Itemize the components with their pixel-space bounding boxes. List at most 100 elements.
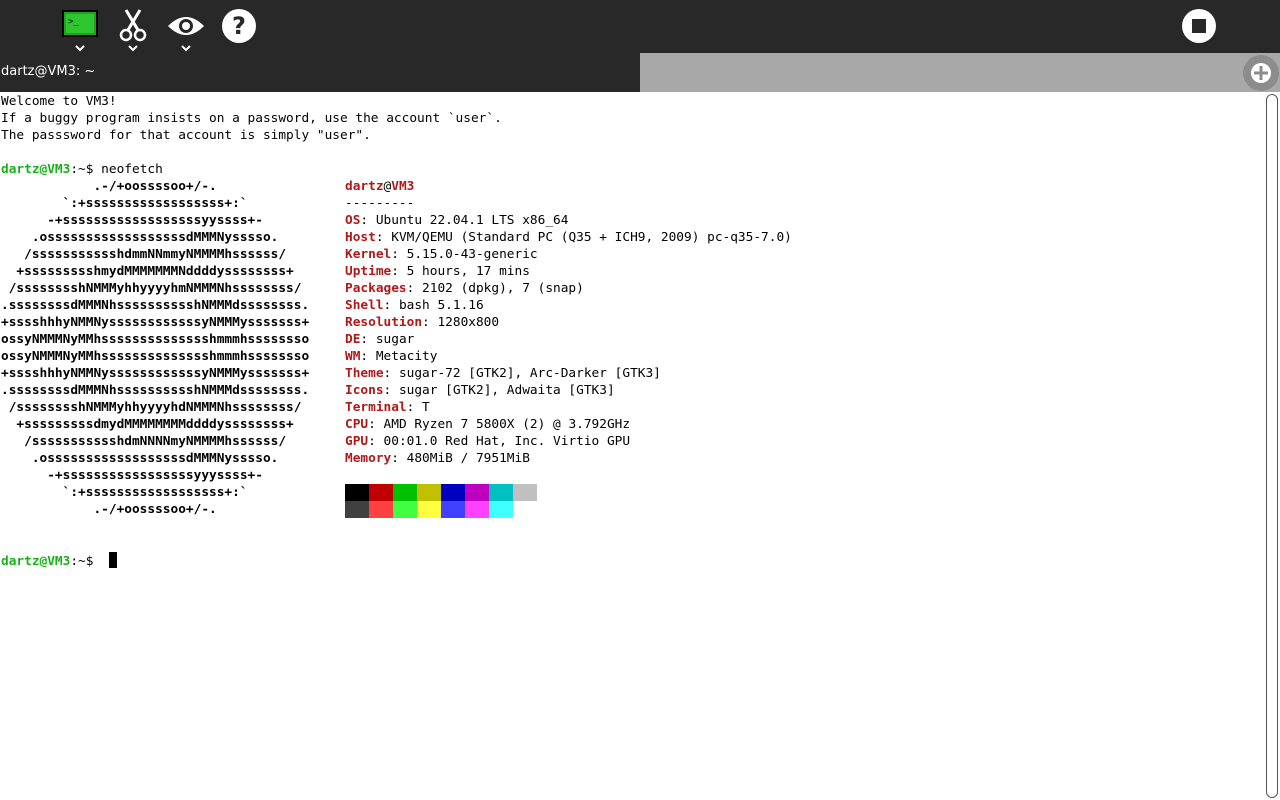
color-swatch — [345, 501, 369, 518]
info-value: : 1280x800 — [422, 315, 500, 330]
color-swatch — [417, 501, 441, 518]
info-host: VM3 — [391, 179, 415, 194]
logo-line: .-/+oossssoo+/-. — [93, 179, 217, 194]
text-cursor — [109, 552, 118, 568]
info-value: : T — [406, 400, 430, 415]
info-value: : 5.15.0-43-generic — [391, 247, 538, 262]
info-key: Memory — [345, 451, 392, 466]
logo-line: /sssssssshNMMMyhhyyyyhmNMMMNhssssssss/ — [8, 281, 302, 296]
color-swatch — [345, 484, 369, 501]
scrollbar[interactable] — [1264, 92, 1280, 800]
welcome-message: Welcome to VM3! If a buggy program insis… — [1, 94, 502, 143]
info-value: : bash 5.1.16 — [383, 298, 484, 313]
info-value: : sugar — [360, 332, 415, 347]
prompt-command: neofetch — [101, 162, 163, 177]
info-key: WM — [345, 349, 361, 364]
info-key: Uptime — [345, 264, 392, 279]
info-value: : sugar-72 [GTK2], Arc-Darker [GTK3] — [383, 366, 661, 381]
svg-text:?: ? — [232, 12, 246, 40]
logo-line: .-/+oossssoo+/-. — [1, 502, 217, 517]
view-button[interactable] — [166, 6, 206, 52]
terminal-activity-icon: >_ — [62, 10, 98, 52]
info-key: Terminal — [345, 400, 407, 415]
tab-title: dartz@VM3: ~ — [1, 64, 96, 79]
info-rows: OS: Ubuntu 22.04.1 LTS x86_64 Host: KVM/… — [345, 213, 792, 466]
logo-line: ossyNMMMNyMMhsssssssssssssshmmmhssssssso — [1, 332, 310, 347]
info-value: : 5 hours, 17 mins — [391, 264, 530, 279]
info-key: Kernel — [345, 247, 392, 262]
logo-line: .ssssssssdMMMNhsssssssssshNMMMdssssssss. — [1, 298, 310, 313]
color-swatch — [489, 484, 513, 501]
help-button[interactable]: ? — [219, 6, 259, 50]
info-key: Icons — [345, 383, 384, 398]
info-value: : KVM/QEMU (Standard PC (Q35 + ICH9, 200… — [375, 230, 792, 245]
logo-line: ossyNMMMNyMMhsssssssssssssshmmmhssssssso — [1, 349, 310, 364]
tab-terminal[interactable]: dartz@VM3: ~ — [0, 53, 640, 92]
plus-circle-icon — [1251, 63, 1271, 83]
info-value: : Ubuntu 22.04.1 LTS x86_64 — [360, 213, 569, 228]
info-key: Resolution — [345, 315, 423, 330]
info-key: Packages — [345, 281, 407, 296]
info-key: Host — [345, 230, 376, 245]
color-swatch — [417, 484, 441, 501]
toolbar: >_ ? — [0, 0, 1280, 53]
logo-line: +sssshhhyNMMNyssssssssssssyNMMMysssssss+ — [1, 315, 310, 330]
logo-line: .ossssssssssssssssssdMMMNysssso. — [31, 451, 279, 466]
info-value: : 480MiB / 7951MiB — [391, 451, 530, 466]
color-swatch — [465, 501, 489, 518]
terminal-activity-button[interactable]: >_ — [60, 6, 100, 52]
color-swatch — [489, 501, 513, 518]
info-user: dartz — [345, 179, 384, 194]
prompt-user-host: dartz@VM3 — [1, 162, 71, 177]
logo-line: -+sssssssssssssssssyyyssss+- — [47, 468, 263, 483]
color-swatch — [441, 501, 465, 518]
info-value: : AMD Ryzen 7 5800X (2) @ 3.792GHz — [368, 417, 631, 432]
tab-bar: dartz@VM3: ~ — [0, 53, 1280, 92]
system-info: dartz@VM3 --------- OS: Ubuntu 22.04.1 L… — [345, 178, 792, 467]
logo-line: +ssssssssshmydMMMMMMMNddddyssssssss+ — [16, 264, 294, 279]
svg-text:>_: >_ — [68, 17, 79, 27]
prompt-path: :~$ — [70, 554, 102, 569]
info-key: Shell — [345, 298, 384, 313]
color-swatch — [465, 484, 489, 501]
terminal-view[interactable]: Welcome to VM3! If a buggy program insis… — [0, 92, 1264, 800]
color-swatch — [441, 484, 465, 501]
ubuntu-ascii-logo: .-/+oossssoo+/-. `:+ssssssssssssssssss+:… — [1, 178, 309, 518]
scrollbar-thumb[interactable] — [1266, 94, 1278, 798]
color-swatch — [513, 484, 537, 501]
help-icon: ? — [222, 9, 256, 43]
color-swatch — [369, 501, 393, 518]
info-key: CPU — [345, 417, 369, 432]
color-swatch — [393, 501, 417, 518]
info-value: : sugar [GTK2], Adwaita [GTK3] — [383, 383, 615, 398]
prompt-path: :~$ — [70, 162, 102, 177]
info-key: Theme — [345, 366, 384, 381]
info-separator: --------- — [345, 196, 415, 211]
command-line: dartz@VM3:~$ neofetch — [1, 161, 163, 178]
copy-paste-button[interactable] — [113, 6, 153, 52]
scissors-icon — [119, 9, 147, 52]
info-key: DE — [345, 332, 361, 347]
logo-line: `:+ssssssssssssssssss+:` — [62, 196, 248, 211]
color-swatch — [393, 484, 417, 501]
info-value: : 2102 (dpkg), 7 (snap) — [406, 281, 584, 296]
logo-line: /sssssssshNMMMyhhyyyyhdNMMMNhssssssss/ — [8, 400, 302, 415]
prompt-user-host: dartz@VM3 — [1, 554, 71, 569]
info-key: OS — [345, 213, 361, 228]
stop-button[interactable] — [1179, 6, 1219, 50]
stop-icon — [1182, 9, 1216, 43]
add-tab-button[interactable] — [1243, 55, 1279, 91]
logo-line: -+ssssssssssssssssssyyssss+- — [47, 213, 263, 228]
logo-line: /ssssssssssshdmNNNNmyNMMMMhssssss/ — [24, 434, 287, 449]
info-key: GPU — [345, 434, 369, 449]
logo-line: /ssssssssssshdmmNNmmyNMMMMhssssss/ — [24, 247, 287, 262]
logo-line: +sssssssssdmydMMMMMMMMddddyssssssss+ — [16, 417, 294, 432]
command-line: dartz@VM3:~$ — [1, 552, 118, 570]
eye-icon — [168, 17, 204, 52]
logo-line: .ssssssssdMMMNhsssssssssshNMMMdssssssss. — [1, 383, 310, 398]
color-swatch — [369, 484, 393, 501]
info-value: : Metacity — [360, 349, 438, 364]
logo-line: `:+ssssssssssssssssss+:` — [62, 485, 248, 500]
logo-line: .ossssssssssssssssssdMMMNysssso. — [31, 230, 279, 245]
info-value: : 00:01.0 Red Hat, Inc. Virtio GPU — [368, 434, 631, 449]
